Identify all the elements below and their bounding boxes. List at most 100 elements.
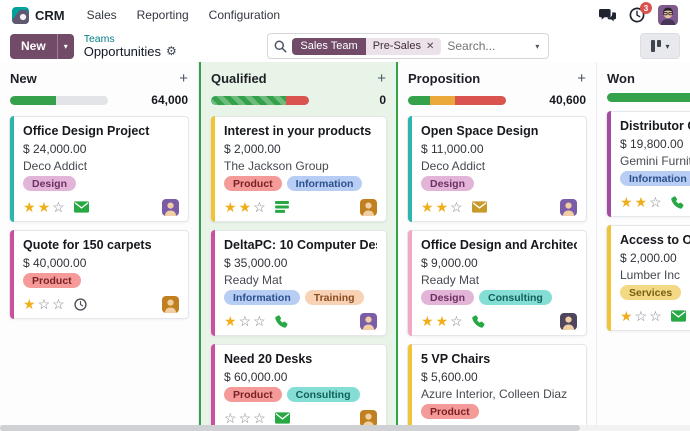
priority-star-icon[interactable]: ☆ <box>649 309 662 323</box>
facet-value: Pre-Sales ✕ <box>365 37 442 55</box>
progress-segment[interactable] <box>286 95 309 105</box>
tag-product: Product <box>23 273 81 288</box>
menu-reporting[interactable]: Reporting <box>137 8 189 22</box>
priority-star-icon[interactable]: ☆ <box>253 314 266 328</box>
menu-sales[interactable]: Sales <box>87 8 117 22</box>
clock-activity-icon[interactable] <box>74 297 87 311</box>
kanban-card[interactable]: Open Space Design $ 11,000.00 Deco Addict D… <box>407 116 587 222</box>
gear-icon[interactable]: ⚙ <box>166 44 177 59</box>
salesperson-avatar[interactable] <box>560 312 577 330</box>
progress-segment[interactable] <box>607 93 690 102</box>
salesperson-avatar[interactable] <box>360 312 377 330</box>
phone-activity-icon[interactable] <box>471 314 485 328</box>
priority-star-icon[interactable]: ★ <box>436 200 449 214</box>
priority-star-icon[interactable]: ★ <box>436 314 449 328</box>
envelope-activity-icon[interactable] <box>73 201 89 213</box>
phone-activity-icon[interactable] <box>670 195 684 209</box>
kanban-card[interactable]: Need 20 Desks $ 60,000.00 Product Consultin… <box>210 344 387 425</box>
search-options-caret-icon[interactable]: ▾ <box>526 34 548 58</box>
menu-configuration[interactable]: Configuration <box>209 8 280 22</box>
kanban-column-new: New +64,000 Office Design Project $ 24,000.… <box>0 62 199 425</box>
priority-star-icon[interactable]: ☆ <box>224 411 237 425</box>
progress-segment[interactable] <box>211 95 287 105</box>
priority-star-icon[interactable]: ★ <box>620 309 633 323</box>
kanban-card[interactable]: Office Design Project $ 24,000.00 Deco Add… <box>9 116 189 222</box>
column-header: Won+ <box>606 68 690 93</box>
tag-design: Design <box>23 176 77 191</box>
priority-star-icon[interactable]: ☆ <box>450 200 463 214</box>
priority-star-icon[interactable]: ★ <box>224 314 237 328</box>
breadcrumb-parent-link[interactable]: Teams <box>84 33 177 45</box>
kanban-card[interactable]: Quote for 150 carpets $ 40,000.00 Product ★… <box>9 230 189 319</box>
card-tags: Product <box>421 404 577 419</box>
tag-product: Product <box>224 176 282 191</box>
card-amount: $ 9,000.00 <box>421 256 478 270</box>
column-title: New <box>10 71 37 86</box>
salesperson-avatar[interactable] <box>360 409 377 425</box>
priority-star-icon[interactable]: ★ <box>224 200 237 214</box>
priority-star-icon[interactable]: ★ <box>635 195 648 209</box>
progress-segment[interactable] <box>10 95 57 105</box>
card-color-bar <box>408 230 412 336</box>
priority-star-icon[interactable]: ☆ <box>52 297 65 311</box>
priority-star-icon[interactable]: ★ <box>23 200 36 214</box>
priority-star-icon[interactable]: ☆ <box>253 411 266 425</box>
new-button[interactable]: New <box>10 33 57 59</box>
add-record-icon[interactable]: + <box>179 71 188 86</box>
envelope-activity-icon[interactable] <box>274 412 290 424</box>
priority-star-icon[interactable]: ☆ <box>450 314 463 328</box>
search-bar[interactable]: Sales Team Pre-Sales ✕ ▾ <box>267 33 550 59</box>
view-switcher-button[interactable]: ▾ <box>640 33 681 59</box>
search-input[interactable] <box>447 39 527 53</box>
horizontal-scrollbar-thumb[interactable] <box>0 425 580 431</box>
search-icon <box>274 40 287 53</box>
app-switcher[interactable]: CRM <box>12 6 65 24</box>
priority-star-icon[interactable]: ★ <box>239 200 252 214</box>
priority-star-icon[interactable]: ☆ <box>635 309 648 323</box>
priority-star-icon[interactable]: ☆ <box>649 195 662 209</box>
new-button-dropdown[interactable]: ▾ <box>56 33 74 59</box>
tasks-activity-icon[interactable] <box>274 201 289 213</box>
kanban-card[interactable]: Interest in your products $ 2,000.00 The J… <box>210 116 387 222</box>
kanban-card[interactable]: Office Design and Architecture $ 9,000.00… <box>407 230 587 336</box>
progress-segment[interactable] <box>429 95 456 105</box>
priority-star-icon[interactable]: ★ <box>23 297 36 311</box>
priority-star-icon[interactable]: ★ <box>421 314 434 328</box>
card-amount: $ 2,000.00 <box>224 142 281 156</box>
kanban-card[interactable]: DeltaPC: 10 Computer Desks $ 35,000.00 Rea… <box>210 230 387 336</box>
priority-star-icon[interactable]: ☆ <box>38 297 51 311</box>
priority-star-icon[interactable]: ☆ <box>52 200 65 214</box>
card-tags: Design <box>23 176 179 191</box>
salesperson-avatar[interactable] <box>360 198 377 216</box>
card-color-bar <box>408 116 412 222</box>
add-record-icon[interactable]: + <box>577 71 586 86</box>
add-record-icon[interactable]: + <box>377 71 386 86</box>
progress-segment[interactable] <box>408 95 430 105</box>
card-tags: Services <box>620 285 690 300</box>
progress-segment[interactable] <box>56 95 108 105</box>
envelope-activity-icon[interactable] <box>670 310 686 322</box>
activities-clock-icon[interactable]: 3 <box>629 2 652 23</box>
priority-star-icon[interactable]: ★ <box>620 195 633 209</box>
facet-remove-icon[interactable]: ✕ <box>426 41 434 52</box>
progress-segment[interactable] <box>455 95 506 105</box>
tag-design: Design <box>421 290 475 305</box>
kanban-card[interactable]: Distributor Contract $ 19,800.00 Gemini Fu… <box>606 111 690 217</box>
salesperson-avatar[interactable] <box>560 198 577 216</box>
envelope-activity-icon[interactable] <box>471 201 487 213</box>
user-avatar[interactable] <box>658 5 678 25</box>
salesperson-avatar[interactable] <box>162 198 179 216</box>
priority-star-icon[interactable]: ☆ <box>253 200 266 214</box>
priority-star-icon[interactable]: ☆ <box>239 314 252 328</box>
messages-icon[interactable] <box>599 8 616 23</box>
kanban-card[interactable]: 5 VP Chairs $ 5,600.00 Azure Interior, Col… <box>407 344 587 425</box>
card-title: 5 VP Chairs <box>421 352 491 366</box>
card-partner: The Jackson Group <box>224 159 329 173</box>
phone-activity-icon[interactable] <box>274 314 288 328</box>
card-title: Office Design and Architecture <box>421 238 577 252</box>
kanban-card[interactable]: Access to Online Catalog $ 2,000.00 Lumber… <box>606 225 690 331</box>
priority-star-icon[interactable]: ☆ <box>239 411 252 425</box>
priority-star-icon[interactable]: ★ <box>421 200 434 214</box>
priority-star-icon[interactable]: ★ <box>38 200 51 214</box>
salesperson-avatar[interactable] <box>162 295 179 313</box>
